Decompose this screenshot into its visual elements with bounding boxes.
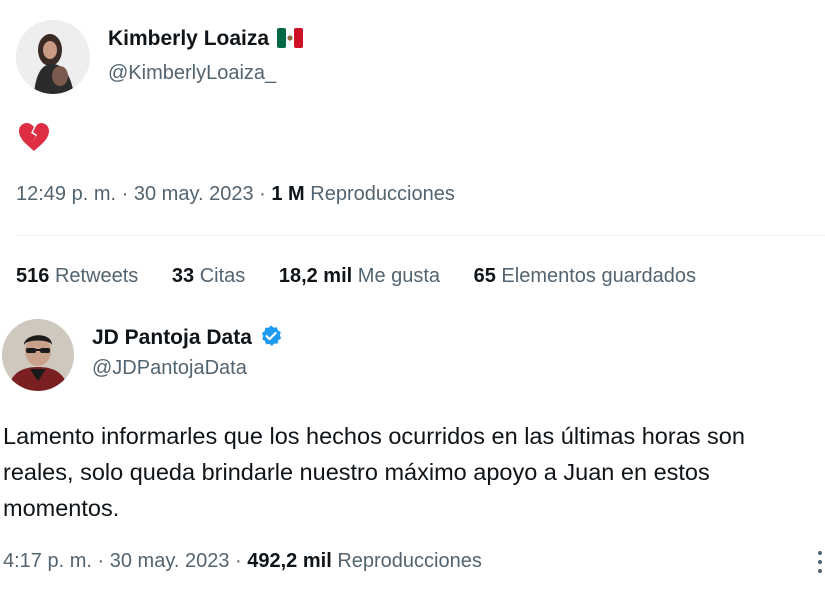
verified-badge-icon bbox=[261, 325, 281, 346]
user-handle[interactable]: @KimberlyLoaiza_ bbox=[108, 62, 276, 85]
display-name[interactable]: JD Pantoja Data bbox=[92, 324, 283, 350]
stat-count: 65 bbox=[473, 265, 496, 287]
stats-row: 516 Retweets 33 Citas 18,2 mil Me gusta … bbox=[16, 265, 696, 288]
tweet-jdpantoja: JD Pantoja Data @JDPantojaData Lamento i… bbox=[0, 305, 825, 600]
more-options-icon[interactable] bbox=[817, 549, 823, 575]
retweets-stat[interactable]: 516 Retweets bbox=[16, 265, 138, 287]
divider bbox=[16, 235, 825, 236]
quotes-stat[interactable]: 33 Citas bbox=[172, 265, 245, 287]
display-name-text[interactable]: Kimberly Loaiza bbox=[108, 27, 269, 50]
stat-label: Retweets bbox=[54, 265, 139, 287]
views-count: 492,2 mil bbox=[247, 550, 332, 572]
display-name[interactable]: Kimberly Loaiza bbox=[108, 27, 303, 51]
user-handle[interactable]: @JDPantojaData bbox=[92, 357, 247, 380]
views-label: Reproducciones bbox=[310, 183, 455, 205]
tweet-kimberly: Kimberly Loaiza @KimberlyLoaiza_ 12:49 p… bbox=[0, 0, 825, 305]
stat-count: 516 bbox=[16, 265, 50, 287]
meta-separator: · bbox=[235, 550, 242, 572]
avatar-kimberly[interactable] bbox=[16, 20, 90, 94]
meta-separator: · bbox=[97, 550, 105, 572]
tweet-date[interactable]: 30 may. 2023 bbox=[134, 183, 254, 205]
display-name-text[interactable]: JD Pantoja Data bbox=[92, 326, 252, 349]
likes-stat[interactable]: 18,2 mil Me gusta bbox=[279, 265, 440, 287]
avatar-jdpantoja[interactable] bbox=[2, 319, 74, 391]
stat-label: Me gusta bbox=[357, 265, 441, 287]
bookmarks-stat[interactable]: 65 Elementos guardados bbox=[474, 265, 696, 287]
stat-label: Citas bbox=[199, 265, 246, 287]
tweet-text-line: Lamento informarles que los hechos ocurr… bbox=[3, 423, 745, 449]
stat-label: Elementos guardados bbox=[501, 265, 696, 287]
meta-separator: · bbox=[259, 183, 266, 205]
tweet-timestamp-row: 4:17 p. m. · 30 may. 2023 · 492,2 mil Re… bbox=[3, 550, 482, 573]
tweet-text-line: reales, solo queda brindarle nuestro máx… bbox=[3, 459, 710, 485]
tweet-text: Lamento informarles que los hechos ocurr… bbox=[3, 418, 745, 526]
tweet-time[interactable]: 4:17 p. m. bbox=[3, 550, 92, 572]
stat-count: 33 bbox=[171, 265, 195, 287]
meta-separator: · bbox=[121, 183, 129, 205]
mexico-flag-icon bbox=[276, 28, 303, 48]
tweet-text-line: momentos. bbox=[3, 495, 120, 521]
broken-heart-icon bbox=[18, 122, 50, 152]
stat-count: 18,2 mil bbox=[278, 265, 353, 287]
tweet-timestamp-row: 12:49 p. m. · 30 may. 2023 · 1 M Reprodu… bbox=[16, 183, 455, 206]
tweet-time[interactable]: 12:49 p. m. bbox=[16, 183, 116, 205]
tweet-date[interactable]: 30 may. 2023 bbox=[110, 550, 230, 572]
views-label: Reproducciones bbox=[337, 550, 482, 572]
views-count: 1 M bbox=[271, 183, 305, 205]
